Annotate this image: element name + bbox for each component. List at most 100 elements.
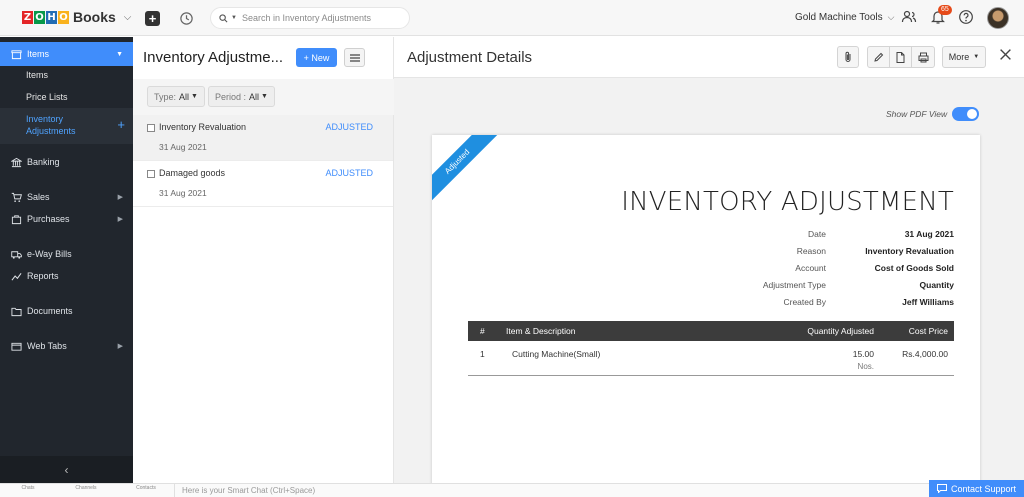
sidebar-item-sales[interactable]: Sales ▶	[0, 185, 133, 209]
truck-icon	[10, 248, 22, 260]
contact-support-button[interactable]: Contact Support	[929, 480, 1024, 497]
org-name: Gold Machine Tools	[795, 12, 883, 23]
plus-icon: +	[148, 11, 157, 26]
detail-pane: Adjustment Details More ▼ Show PDF View A…	[394, 37, 1024, 495]
meta-labels: Date Reason Account Adjustment Type Crea…	[632, 229, 826, 309]
sidebar-item-banking[interactable]: Banking	[0, 150, 133, 174]
list-item[interactable]: Inventory Revaluation 31 Aug 2021 ADJUST…	[133, 115, 393, 161]
search-placeholder: Search in Inventory Adjustments	[241, 13, 372, 23]
sidebar-item-web-tabs[interactable]: Web Tabs ▶	[0, 334, 133, 358]
tab-label: Contacts	[136, 485, 156, 491]
new-button[interactable]: + New	[296, 48, 337, 67]
contacts-tab[interactable]: Contacts	[131, 485, 161, 491]
sidebar-subitem-label: Price Lists	[26, 92, 68, 102]
edit-button[interactable]	[867, 46, 890, 68]
chat-icon	[936, 484, 947, 493]
filter-bar: Type: All ▼ Period : All ▼	[133, 79, 394, 115]
chevron-right-icon: ▶	[117, 343, 123, 350]
print-button[interactable]	[911, 46, 935, 68]
list-menu-button[interactable]	[344, 48, 365, 67]
collapse-sidebar-button[interactable]: ‹	[0, 456, 133, 483]
adjustment-reason: Damaged goods	[159, 168, 226, 178]
filter-label: Type:	[154, 91, 177, 102]
zoho-books-logo[interactable]: Z O H O Books ⌵	[22, 9, 131, 25]
document-icon	[896, 51, 905, 63]
folder-icon	[10, 305, 22, 317]
logo-letter: O	[58, 10, 69, 24]
adjustment-date: 31 Aug 2021	[159, 142, 207, 152]
period-filter[interactable]: Period : All ▼	[208, 86, 275, 107]
pencil-icon	[873, 52, 883, 62]
row-checkbox[interactable]	[147, 170, 155, 178]
pdf-button[interactable]	[889, 46, 912, 68]
avatar[interactable]	[987, 7, 1009, 29]
sidebar-item-label: Items	[27, 49, 50, 59]
caret-down-icon: ▼	[973, 54, 980, 60]
sidebar-item-label: Reports	[27, 271, 59, 281]
tabs-icon	[10, 340, 22, 352]
sidebar-subitem-inventory-adjustments[interactable]: Inventory Adjustments +	[0, 108, 133, 144]
pdf-view-toggle[interactable]	[952, 107, 979, 121]
table-row: 1 Cutting Machine(Small) 15.00 Nos. Rs.4…	[468, 341, 954, 375]
support-label: Contact Support	[950, 483, 1017, 494]
sidebar-item-purchases[interactable]: Purchases ▶	[0, 207, 133, 231]
sidebar-item-eway-bills[interactable]: e-Way Bills	[0, 242, 133, 266]
meta-value: Cost of Goods Sold	[874, 263, 954, 273]
bottom-bar: Chats Channels Contacts Here is your Sma…	[0, 483, 1024, 497]
chevron-right-icon: ▶	[117, 194, 123, 201]
sidebar-item-items[interactable]: Items ▼	[0, 42, 133, 66]
chats-tab[interactable]: Chats	[13, 485, 43, 491]
add-adjustment-icon[interactable]: +	[117, 117, 125, 132]
meta-value: Inventory Revaluation	[865, 246, 954, 256]
caret-down-icon: ▼	[261, 93, 268, 100]
search-input[interactable]: ▼ Search in Inventory Adjustments	[210, 7, 410, 29]
tab-label: Chats	[21, 485, 35, 491]
help-icon[interactable]	[958, 9, 976, 27]
quick-create-button[interactable]: +	[145, 11, 160, 26]
row-checkbox[interactable]	[147, 124, 155, 132]
meta-key: Account	[795, 263, 826, 273]
smart-chat-input[interactable]: Here is your Smart Chat (Ctrl+Space)	[174, 484, 774, 497]
type-filter[interactable]: Type: All ▼	[147, 86, 205, 107]
meta-key: Created By	[783, 297, 826, 307]
close-icon[interactable]	[999, 48, 1015, 64]
search-filter-caret-icon[interactable]: ▼	[231, 15, 237, 21]
sidebar-item-label: Banking	[27, 157, 60, 167]
bag-icon	[10, 213, 22, 225]
recent-history-icon[interactable]	[178, 10, 194, 26]
column-header: #	[480, 326, 485, 336]
adjustment-date: 31 Aug 2021	[159, 188, 207, 198]
channels-tab[interactable]: Channels	[71, 485, 101, 491]
filter-label: Period :	[215, 91, 247, 102]
sidebar-item-reports[interactable]: Reports	[0, 264, 133, 288]
chat-placeholder: Here is your Smart Chat (Ctrl+Space)	[182, 486, 316, 495]
detail-header: Adjustment Details More ▼	[394, 37, 1024, 78]
sidebar-subitem-price-lists[interactable]: Price Lists	[0, 92, 133, 102]
sidebar-item-documents[interactable]: Documents	[0, 299, 133, 323]
sidebar-item-label: Web Tabs	[27, 341, 67, 351]
filter-value: All	[179, 91, 190, 102]
page-title[interactable]: Inventory Adjustme...	[143, 49, 283, 66]
chevron-down-icon: ⌵	[887, 12, 895, 22]
hamburger-icon	[349, 53, 360, 62]
show-pdf-view-label: Show PDF View	[886, 109, 948, 119]
meta-values: 31 Aug 2021 Inventory Revaluation Cost o…	[832, 229, 954, 309]
row-number: 1	[480, 349, 485, 359]
meta-value: Jeff Williams	[902, 297, 954, 307]
sidebar: Items ▼ Items Price Lists Inventory Adju…	[0, 37, 133, 483]
quantity-adjusted: 15.00	[852, 349, 874, 359]
item-name: Cutting Machine(Small)	[512, 349, 601, 359]
users-icon[interactable]	[901, 9, 919, 27]
sidebar-subitem-items[interactable]: Items	[0, 70, 133, 80]
organization-switcher[interactable]: Gold Machine Tools ⌵	[795, 12, 894, 23]
logo-letter: H	[46, 10, 57, 24]
chart-icon	[10, 270, 22, 282]
attach-button[interactable]	[837, 46, 859, 68]
chevron-down-icon: ⌵	[123, 11, 132, 23]
more-button[interactable]: More ▼	[942, 46, 986, 68]
notification-badge: 65	[938, 5, 952, 15]
column-header: Item & Description	[506, 326, 576, 336]
list-item[interactable]: Damaged goods 31 Aug 2021 ADJUSTED	[133, 161, 393, 207]
paperclip-icon	[845, 51, 851, 62]
search-icon	[219, 13, 228, 22]
